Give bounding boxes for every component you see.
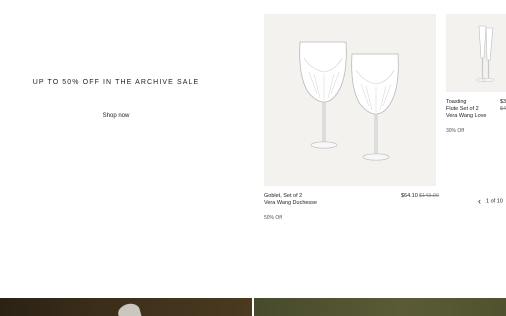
banner-object — [116, 301, 142, 316]
product-old-price: $4 — [500, 106, 506, 112]
discount-badge: 30% Off — [446, 128, 464, 134]
promo-block: UP TO 50% OFF IN THE ARCHIVE SALE Shop n… — [0, 0, 232, 230]
banner-image-right[interactable] — [254, 298, 506, 316]
pager-count: 1 of 10 — [486, 198, 503, 205]
product-old-price: $143.00 — [419, 193, 439, 199]
product-image-goblet[interactable] — [264, 14, 436, 186]
shop-now-link[interactable]: Shop now — [0, 113, 232, 119]
banner-image-left[interactable] — [0, 298, 252, 316]
carousel-pager: ‹ 1 of 10 — [478, 196, 503, 206]
product-brand: Vera Wang Love — [446, 113, 487, 119]
product-image-flutes[interactable] — [446, 14, 506, 92]
wine-goblet-pair-icon — [299, 41, 399, 161]
product-brand: Vera Wang Duchesse — [264, 200, 317, 206]
product-price: $64.10 — [401, 193, 418, 199]
discount-badge: 50% Off — [264, 215, 282, 221]
product-price: $3 — [500, 99, 506, 105]
champagne-flute-pair-icon — [476, 25, 495, 82]
chevron-left-icon[interactable]: ‹ — [478, 196, 481, 206]
promo-title: UP TO 50% OFF IN THE ARCHIVE SALE — [32, 79, 200, 86]
